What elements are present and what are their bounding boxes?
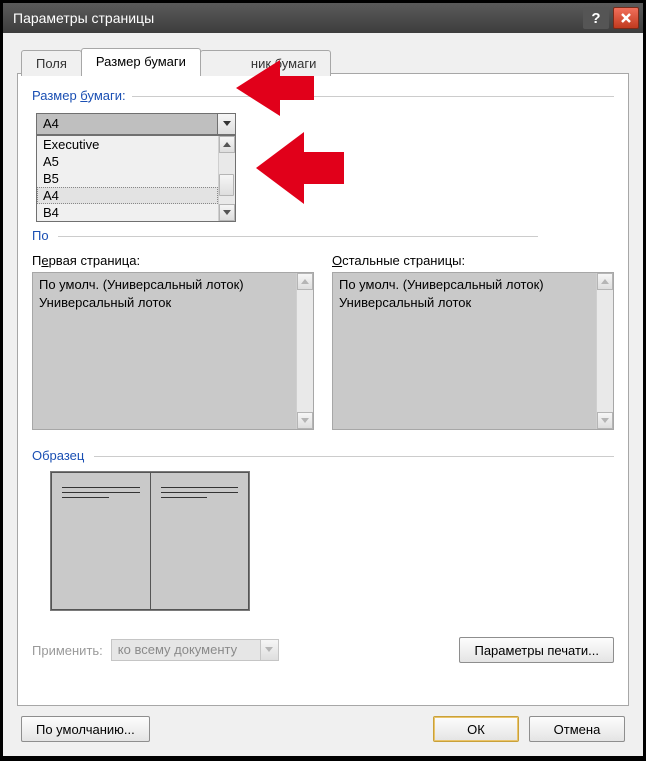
preview-page-right — [150, 472, 250, 610]
combo-option[interactable]: Executive — [37, 136, 218, 153]
sample-group: Образец — [32, 448, 614, 463]
tab-margins[interactable]: Поля — [21, 50, 82, 76]
scroll-up-button[interactable] — [297, 273, 313, 290]
cancel-button[interactable]: Отмена — [529, 716, 625, 742]
other-pages-listbox[interactable]: По умолч. (Универсальный лоток) Универса… — [332, 272, 614, 430]
combo-option-selected[interactable]: A4 — [37, 187, 218, 204]
chevron-down-icon — [223, 121, 231, 127]
first-page-listbox[interactable]: По умолч. (Универсальный лоток) Универса… — [32, 272, 314, 430]
paper-size-label: Размер бумаги: — [32, 88, 126, 103]
chevron-up-icon — [223, 142, 231, 148]
combo-option[interactable]: A5 — [37, 153, 218, 170]
preview-page-left — [51, 472, 150, 610]
chevron-down-icon — [601, 418, 609, 424]
list-item[interactable]: Универсальный лоток — [39, 294, 290, 312]
paper-size-combo[interactable]: A4 — [36, 113, 236, 135]
window-title: Параметры страницы — [13, 10, 583, 26]
close-icon — [620, 12, 632, 24]
print-options-button[interactable]: Параметры печати... — [459, 637, 614, 663]
sample-preview — [50, 471, 250, 611]
list-item[interactable]: По умолч. (Универсальный лоток) — [339, 276, 590, 294]
close-button[interactable] — [613, 7, 639, 29]
annotation-arrow-icon — [236, 60, 314, 118]
page-setup-dialog: Параметры страницы ? Поля Размер бумаги … — [2, 2, 644, 757]
scroll-down-button[interactable] — [597, 412, 613, 429]
scroll-thumb[interactable] — [219, 174, 234, 196]
tab-strip: Поля Размер бумаги ник бумаги — [21, 47, 629, 73]
source-group-partial: По — [32, 228, 614, 243]
chevron-up-icon — [601, 279, 609, 285]
tab-paper-size[interactable]: Размер бумаги — [81, 48, 201, 74]
ok-button[interactable]: ОК — [433, 716, 519, 742]
paper-size-group: Размер бумаги: — [32, 88, 614, 103]
paper-source-columns: Первая страница: По умолч. (Универсальны… — [32, 253, 614, 430]
list-item[interactable]: Универсальный лоток — [339, 294, 590, 312]
apply-row: Применить: ко всему документу Параметры … — [32, 637, 614, 663]
apply-to-value: ко всему документу — [112, 640, 260, 660]
dropdown-scrollbar[interactable] — [218, 136, 235, 221]
combo-option[interactable]: B5 — [37, 170, 218, 187]
chevron-down-icon — [301, 418, 309, 424]
combo-option[interactable]: B4 — [37, 204, 218, 221]
annotation-arrow-icon — [256, 132, 344, 204]
chevron-down-icon — [265, 647, 273, 653]
scroll-down-button[interactable] — [219, 204, 235, 221]
listbox-scrollbar[interactable] — [596, 273, 613, 429]
list-item[interactable]: По умолч. (Универсальный лоток) — [39, 276, 290, 294]
dialog-button-row: По умолчанию... ОК Отмена — [17, 706, 629, 746]
listbox-scrollbar[interactable] — [296, 273, 313, 429]
help-button[interactable]: ? — [583, 7, 609, 29]
scroll-up-button[interactable] — [219, 136, 235, 153]
apply-to-label: Применить: — [32, 643, 103, 658]
titlebar: Параметры страницы ? — [3, 3, 643, 33]
apply-to-combo: ко всему документу — [111, 639, 279, 661]
first-page-label: Первая страница: — [32, 253, 314, 268]
other-pages-label: Остальные страницы: — [332, 253, 614, 268]
combo-dropdown-button — [260, 640, 278, 660]
chevron-down-icon — [223, 210, 231, 216]
scroll-up-button[interactable] — [597, 273, 613, 290]
paper-size-value: A4 — [37, 114, 217, 134]
combo-dropdown-button[interactable] — [217, 114, 235, 134]
scroll-down-button[interactable] — [297, 412, 313, 429]
tab-pane: Размер бумаги: A4 Executive A5 B5 A4 B4 — [17, 73, 629, 706]
dialog-content: Поля Размер бумаги ник бумаги Размер бум… — [3, 33, 643, 756]
paper-size-dropdown-list[interactable]: Executive A5 B5 A4 B4 — [36, 135, 236, 222]
chevron-up-icon — [301, 279, 309, 285]
defaults-button[interactable]: По умолчанию... — [21, 716, 150, 742]
